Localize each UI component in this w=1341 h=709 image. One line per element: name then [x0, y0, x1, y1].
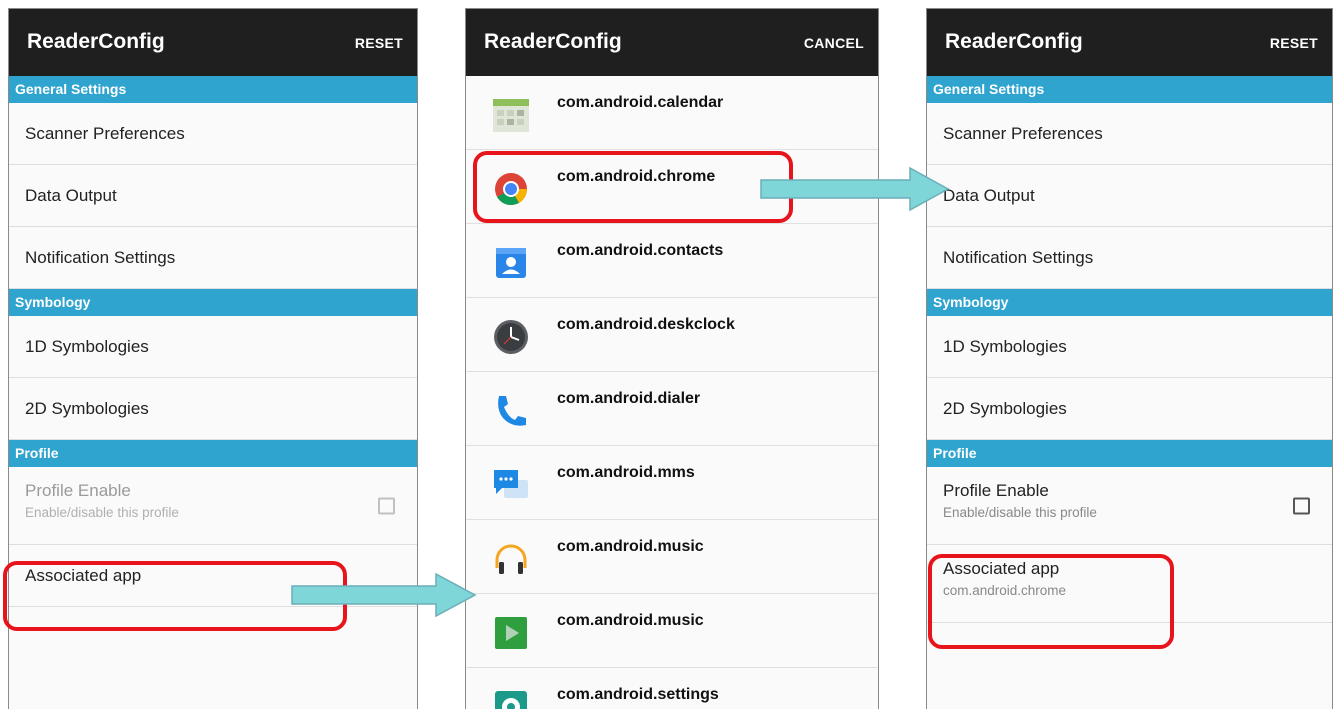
- app-row-contacts[interactable]: com.android.contacts: [466, 224, 878, 298]
- messaging-icon: [494, 470, 528, 498]
- app-row-calendar[interactable]: com.android.calendar: [466, 76, 878, 150]
- app-package-name: com.android.contacts: [557, 242, 724, 259]
- app-row-deskclock[interactable]: com.android.deskclock: [466, 298, 878, 372]
- item-label: Profile Enable: [943, 481, 1049, 500]
- arrow-right-icon: [760, 166, 950, 212]
- 1d-symbologies-item[interactable]: 1D Symbologies: [927, 316, 1332, 378]
- item-label: 1D Symbologies: [25, 336, 149, 356]
- app-row-music[interactable]: com.android.music: [466, 520, 878, 594]
- notification-settings-item[interactable]: Notification Settings: [9, 227, 417, 289]
- app-title: ReaderConfig: [27, 30, 165, 53]
- highlight-associated-app-right: [928, 554, 1174, 649]
- arrow-right-icon: [291, 572, 477, 618]
- item-label: Data Output: [943, 185, 1035, 205]
- item-label: 1D Symbologies: [943, 336, 1067, 356]
- section-general-settings: General Settings: [927, 76, 1332, 103]
- profile-enable-checkbox[interactable]: [1293, 497, 1310, 514]
- app-row-mms[interactable]: com.android.mms: [466, 446, 878, 520]
- clock-icon: [494, 320, 528, 354]
- settings-icon: [495, 691, 527, 709]
- app-package-name: com.android.dialer: [557, 390, 701, 407]
- app-bar: ReaderConfig RESET: [927, 9, 1332, 76]
- scanner-preferences-item[interactable]: Scanner Preferences: [927, 103, 1332, 165]
- item-label: Notification Settings: [943, 247, 1094, 267]
- reset-button[interactable]: RESET: [1270, 35, 1318, 51]
- phone-icon: [498, 396, 526, 426]
- profile-enable-checkbox[interactable]: [378, 497, 395, 514]
- data-output-item[interactable]: Data Output: [9, 165, 417, 227]
- item-label: 2D Symbologies: [943, 398, 1067, 418]
- contacts-icon: [496, 248, 526, 278]
- app-row-dialer[interactable]: com.android.dialer: [466, 372, 878, 446]
- item-summary: Enable/disable this profile: [25, 505, 179, 520]
- data-output-item[interactable]: Data Output: [927, 165, 1332, 227]
- cancel-button[interactable]: CANCEL: [804, 35, 864, 51]
- section-profile: Profile: [927, 440, 1332, 467]
- reset-button[interactable]: RESET: [355, 35, 403, 51]
- notification-settings-item[interactable]: Notification Settings: [927, 227, 1332, 289]
- app-package-name: com.android.music: [557, 612, 704, 629]
- app-row-music-play[interactable]: com.android.music: [466, 594, 878, 668]
- item-label: Data Output: [25, 185, 117, 205]
- calendar-icon: [493, 99, 529, 132]
- headphones-icon: [495, 544, 527, 574]
- profile-enable-item[interactable]: Profile Enable Enable/disable this profi…: [927, 467, 1332, 545]
- item-label: Scanner Preferences: [25, 123, 185, 143]
- app-bar: ReaderConfig CANCEL: [466, 9, 878, 76]
- 1d-symbologies-item[interactable]: 1D Symbologies: [9, 316, 417, 378]
- 2d-symbologies-item[interactable]: 2D Symbologies: [9, 378, 417, 440]
- highlight-chrome-row: [473, 151, 793, 223]
- section-profile: Profile: [9, 440, 417, 467]
- item-label: Profile Enable: [25, 481, 131, 500]
- item-label: Notification Settings: [25, 247, 176, 267]
- scanner-preferences-item[interactable]: Scanner Preferences: [9, 103, 417, 165]
- item-label: Scanner Preferences: [943, 123, 1103, 143]
- item-summary: Enable/disable this profile: [943, 505, 1097, 520]
- item-label: 2D Symbologies: [25, 398, 149, 418]
- app-package-name: com.android.mms: [557, 464, 695, 481]
- app-package-name: com.android.music: [557, 538, 704, 555]
- profile-enable-item[interactable]: Profile Enable Enable/disable this profi…: [9, 467, 417, 545]
- section-general-settings: General Settings: [9, 76, 417, 103]
- app-package-name: com.android.calendar: [557, 94, 724, 111]
- app-title: ReaderConfig: [945, 30, 1083, 53]
- app-bar: ReaderConfig RESET: [9, 9, 417, 76]
- app-row-settings[interactable]: com.android.settings: [466, 668, 878, 709]
- 2d-symbologies-item[interactable]: 2D Symbologies: [927, 378, 1332, 440]
- app-title: ReaderConfig: [484, 30, 622, 53]
- play-icon: [495, 617, 527, 649]
- app-package-name: com.android.deskclock: [557, 316, 735, 333]
- section-symbology: Symbology: [9, 289, 417, 316]
- app-picker-screen: ReaderConfig CANCEL com.android.calendar…: [465, 8, 879, 709]
- app-package-name: com.android.settings: [557, 686, 719, 703]
- section-symbology: Symbology: [927, 289, 1332, 316]
